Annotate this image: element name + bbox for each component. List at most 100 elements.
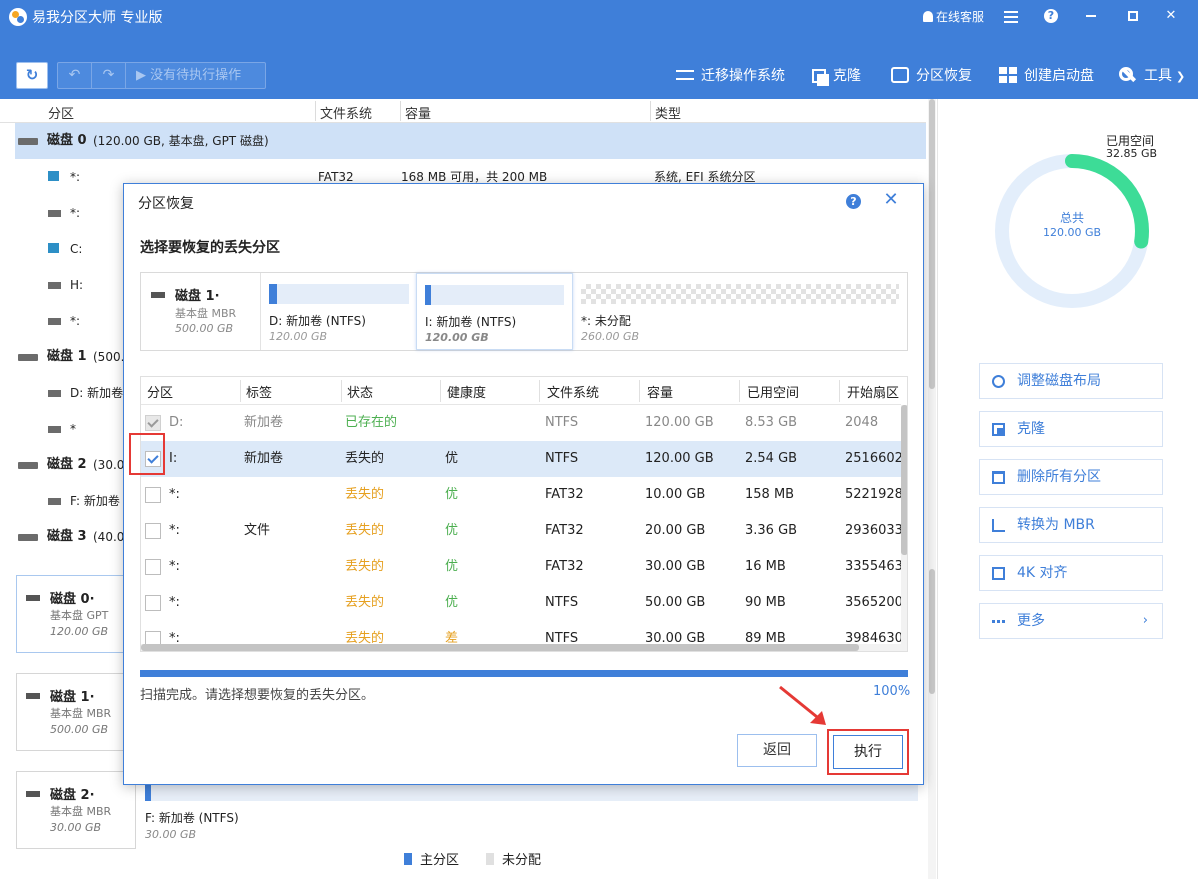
disk-name: 磁盘 0: [47, 133, 87, 148]
th-used[interactable]: 已用空间: [747, 382, 799, 401]
cell-capacity: 50.00 GB: [645, 595, 706, 610]
table-row[interactable]: I: 新加卷 丢失的 优 NTFS 120.00 GB 2.54 GB 2516…: [141, 441, 903, 477]
th-label[interactable]: 标签: [246, 382, 272, 401]
dialog-help-icon[interactable]: ?: [846, 194, 861, 209]
table-row[interactable]: *: 丢失的 优 NTFS 50.00 GB 90 MB 3565200: [141, 585, 903, 621]
app-header: 易我分区大师 专业版 在线客服 ? ✕ ↻ ↶ ↷ ▶ 没有待执行操作 迁移操作…: [0, 0, 1198, 99]
table-row[interactable]: D: 新加卷 已存在的 NTFS 120.00 GB 8.53 GB 2048: [141, 405, 901, 441]
redo-button[interactable]: ↷: [92, 63, 126, 88]
row-checkbox[interactable]: [145, 559, 161, 575]
maximize-icon[interactable]: [1121, 5, 1145, 27]
col-type[interactable]: 类型: [655, 103, 681, 122]
legend-unallocated: 未分配: [486, 849, 541, 868]
execute-button[interactable]: 执行: [833, 735, 903, 769]
clone-label: 克隆: [833, 68, 861, 84]
refresh-button[interactable]: ↻: [16, 62, 48, 89]
undo-button[interactable]: ↶: [58, 63, 92, 88]
red-arrow-icon: [779, 685, 826, 725]
table-vertical-scrollbar[interactable]: [901, 405, 907, 651]
partition-name: C:: [70, 242, 83, 256]
segment-i-size: 120.00 GB: [425, 331, 489, 344]
dialog-close-icon[interactable]: ✕: [881, 190, 901, 210]
clone-icon: [992, 423, 1005, 436]
close-window-icon[interactable]: ✕: [1159, 5, 1183, 27]
cell-fs: NTFS: [545, 451, 579, 466]
undo-icon: ↶: [68, 67, 81, 83]
adjust-layout-button[interactable]: 调整磁盘布局: [979, 363, 1163, 399]
cell-health: 优: [445, 559, 459, 574]
row-checkbox[interactable]: [145, 487, 161, 503]
cell-health: 优: [445, 595, 459, 610]
disk-name: 磁盘 1: [47, 349, 87, 364]
table-row[interactable]: *: 丢失的 优 FAT32 10.00 GB 158 MB 5221928: [141, 477, 903, 513]
partition-recovery-button[interactable]: 分区恢复: [891, 64, 972, 88]
cell-used: 16 MB: [745, 559, 786, 574]
partition-name: H:: [70, 278, 84, 292]
cell-used: 8.53 GB: [745, 415, 798, 430]
col-capacity[interactable]: 容量: [405, 103, 431, 122]
cell-partition: *:: [169, 523, 180, 538]
th-filesystem[interactable]: 文件系统: [547, 382, 599, 401]
segment-i[interactable]: I: 新加卷 (NTFS) 120.00 GB: [416, 273, 573, 350]
delete-all-partitions-button[interactable]: 删除所有分区: [979, 459, 1163, 495]
th-status[interactable]: 状态: [347, 382, 373, 401]
align-icon: [992, 567, 1005, 580]
row-checkbox[interactable]: [145, 595, 161, 611]
pending-operations-button[interactable]: ▶ 没有待执行操作: [126, 63, 265, 88]
disk-card-1[interactable]: 磁盘 1· 基本盘 MBR 500.00 GB: [16, 673, 136, 751]
disk-list-scrollbar[interactable]: [928, 99, 936, 879]
table-row[interactable]: *: 文件 丢失的 优 FAT32 20.00 GB 3.36 GB 29360…: [141, 513, 903, 549]
row-checkbox[interactable]: [145, 523, 161, 539]
cell-fs: FAT32: [545, 487, 584, 502]
clone-button[interactable]: 克隆: [812, 64, 861, 88]
menu-icon[interactable]: [999, 5, 1023, 27]
disk-icon: [18, 138, 38, 145]
disk-card-2[interactable]: 磁盘 2· 基本盘 MBR 30.00 GB: [16, 771, 136, 849]
scan-status-message: 扫描完成。请选择想要恢复的丢失分区。: [140, 688, 375, 703]
disk-card-0[interactable]: 磁盘 0· 基本盘 GPT 120.00 GB: [16, 575, 136, 653]
cell-health: 优: [445, 451, 459, 466]
table-horizontal-scrollbar[interactable]: [141, 644, 901, 651]
convert-mbr-button[interactable]: 转换为 MBR: [979, 507, 1163, 543]
align-4k-button[interactable]: 4K 对齐: [979, 555, 1163, 591]
partition-icon: [48, 318, 61, 325]
disk-card-size: 500.00 GB: [50, 723, 109, 736]
cell-partition: I:: [169, 451, 178, 466]
segment-i-bar: [425, 285, 564, 305]
disk-icon: [18, 534, 38, 541]
convert-icon: [992, 519, 1005, 532]
table-row[interactable]: *: 丢失的 优 FAT32 30.00 GB 16 MB 3355463: [141, 549, 903, 585]
th-start-sector[interactable]: 开始扇区: [847, 382, 899, 401]
disk-name: 磁盘 3: [47, 529, 87, 544]
segment-unallocated[interactable]: *: 未分配 260.00 GB: [573, 273, 907, 350]
segment-unallocated-bar: [581, 284, 899, 304]
scan-progress-percent: 100%: [873, 684, 911, 699]
tools-menu-button[interactable]: 工具 ❯: [1119, 64, 1185, 88]
clone-disk-button[interactable]: 克隆: [979, 411, 1163, 447]
row-checkbox: [145, 415, 161, 431]
cell-start: 2936033: [845, 523, 903, 538]
help-icon[interactable]: ?: [1039, 5, 1063, 27]
disk-info: (40.0: [93, 530, 125, 544]
disk-row-0[interactable]: 磁盘 0 (120.00 GB, 基本盘, GPT 磁盘): [15, 123, 926, 159]
table-header: 分区 标签 状态 健康度 文件系统 容量 已用空间 开始扇区: [141, 377, 901, 405]
cell-status: 丢失的: [345, 451, 385, 466]
legend-unallocated-label: 未分配: [502, 853, 542, 868]
col-partition[interactable]: 分区: [48, 103, 74, 122]
cell-status: 丢失的: [345, 487, 385, 502]
partition-name: *:: [70, 170, 81, 184]
th-capacity[interactable]: 容量: [647, 382, 673, 401]
create-boot-disk-button[interactable]: 创建启动盘: [999, 64, 1094, 88]
segment-d[interactable]: D: 新加卷 (NTFS) 120.00 GB: [261, 273, 416, 350]
minimize-icon[interactable]: [1079, 5, 1103, 27]
cell-status: 丢失的: [345, 559, 385, 574]
clone-disk-label: 克隆: [1017, 421, 1045, 437]
back-button[interactable]: 返回: [737, 734, 817, 767]
th-health[interactable]: 健康度: [447, 382, 486, 401]
migrate-os-button[interactable]: 迁移操作系统: [676, 64, 785, 88]
disk-info: (120.00 GB, 基本盘, GPT 磁盘): [93, 134, 269, 148]
more-actions-button[interactable]: 更多 ›: [979, 603, 1163, 639]
th-partition[interactable]: 分区: [147, 382, 173, 401]
col-filesystem[interactable]: 文件系统: [320, 103, 372, 122]
online-service-link[interactable]: 在线客服: [923, 8, 984, 25]
